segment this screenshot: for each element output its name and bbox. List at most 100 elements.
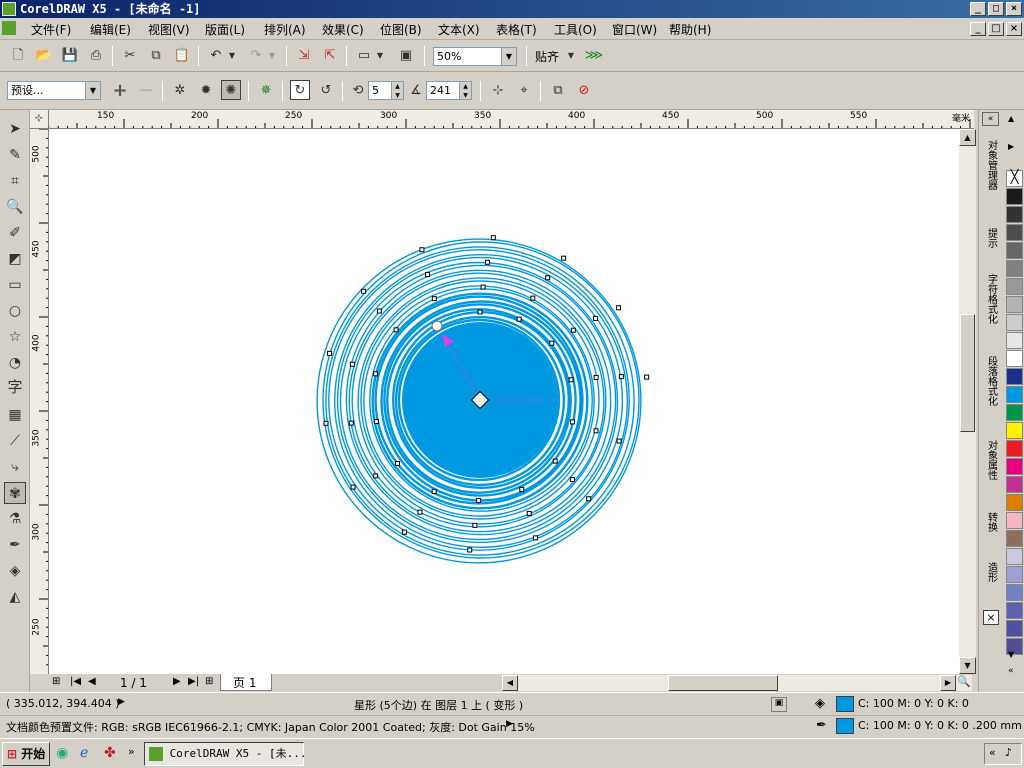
zoom-level-select[interactable]: 50% ▼ [433, 47, 517, 66]
color-swatch[interactable] [1006, 512, 1023, 529]
color-swatch[interactable] [1006, 368, 1023, 385]
status-expand-icon[interactable]: ▶ [118, 697, 125, 707]
no-color-swatch[interactable]: ╳ [1006, 170, 1023, 187]
docker-collapse-icon[interactable]: « [982, 112, 999, 126]
menu-text[interactable]: 文本(X) [438, 21, 480, 38]
menu-help[interactable]: 帮助(H) [669, 21, 711, 38]
palette-scroll-up-icon[interactable]: ▲ [1008, 114, 1014, 123]
docker-tab-hints[interactable]: 提示 [982, 228, 1000, 251]
palette-scroll-down-icon[interactable]: ▼ [1008, 650, 1014, 659]
color-swatch[interactable] [1006, 242, 1023, 259]
docker-tab-shaping[interactable]: 造形 [982, 562, 1000, 585]
menu-window[interactable]: 窗口(W) [612, 21, 657, 38]
tray-speaker-icon[interactable]: ♪ [1005, 746, 1012, 759]
launcher-dropdown-icon[interactable]: ▼ [374, 46, 386, 66]
vertical-scrollbar[interactable]: ▲ ▼ [959, 129, 976, 674]
color-swatch[interactable] [1006, 584, 1023, 601]
distort-tool-icon[interactable]: ✾ [4, 482, 26, 504]
horizontal-scroll-thumb[interactable] [668, 675, 778, 691]
scroll-down-button[interactable]: ▼ [959, 657, 976, 674]
convert-to-curves-icon[interactable]: ⌖ [514, 81, 534, 101]
color-swatch[interactable] [1006, 494, 1023, 511]
color-swatch[interactable] [1006, 440, 1023, 457]
quicklaunch-overflow-icon[interactable]: » [128, 745, 135, 758]
distorted-star-drawing[interactable] [49, 129, 959, 674]
vertical-scroll-thumb[interactable] [960, 314, 975, 432]
outline-pen-tool-icon[interactable]: ✒ [4, 534, 26, 556]
copy-icon[interactable]: ⧉ [146, 46, 166, 66]
menu-view[interactable]: 视图(V) [148, 21, 190, 38]
undo-dropdown-icon[interactable]: ▼ [226, 46, 238, 66]
quicklaunch-app-icon[interactable]: ✤ [104, 745, 116, 761]
basic-shapes-tool-icon[interactable]: ◔ [4, 352, 26, 374]
distortion-start-handle[interactable] [431, 320, 443, 332]
color-swatch[interactable] [1006, 332, 1023, 349]
open-folder-icon[interactable]: 📂 [34, 46, 54, 66]
close-button[interactable]: × [1006, 2, 1022, 16]
color-swatch[interactable] [1006, 566, 1023, 583]
ie-icon[interactable]: ℯ [80, 745, 88, 761]
doc-close-button[interactable]: × [1006, 22, 1022, 36]
horizontal-scrollbar[interactable]: ◀ ▶ 🔍 [502, 675, 972, 691]
menu-bitmaps[interactable]: 位图(B) [380, 21, 422, 38]
color-swatch[interactable] [1006, 314, 1023, 331]
menu-tools[interactable]: 工具(O) [554, 21, 597, 38]
zipper-distortion-icon[interactable]: ✹ [196, 81, 216, 101]
view-mode-icon[interactable]: ▣ [771, 697, 787, 712]
page-tab-1[interactable]: 页 1 [220, 674, 272, 691]
vertical-ruler[interactable]: 500 450 400 350 300 250 [30, 129, 49, 674]
eyedropper-tool-icon[interactable]: ⚗ [4, 508, 26, 530]
color-swatch[interactable] [1006, 260, 1023, 277]
navigator-zoom-icon[interactable]: 🔍 [956, 675, 972, 691]
clockwise-rotation-icon[interactable]: ↻ [290, 80, 310, 100]
paste-icon[interactable]: 📋 [172, 46, 192, 66]
smart-fill-tool-icon[interactable]: ◩ [4, 248, 26, 270]
color-swatch[interactable] [1006, 296, 1023, 313]
color-swatch[interactable] [1006, 620, 1023, 637]
connector-tool-icon[interactable]: ⤷ [4, 456, 26, 478]
color-profile-info[interactable]: 文档颜色预置文件: RGB: sRGB IEC61966-2.1; CMYK: … [6, 719, 535, 735]
start-button[interactable]: ⊞ 开始 [2, 742, 50, 766]
ellipse-tool-icon[interactable]: ○ [4, 300, 26, 322]
docker-tab-paragraph-formatting[interactable]: 段落格式化 [982, 356, 1000, 409]
clear-distortion-icon[interactable]: ⊘ [574, 81, 594, 101]
import-icon[interactable]: ⇲ [294, 46, 314, 66]
scroll-up-button[interactable]: ▲ [959, 129, 976, 146]
scroll-right-button[interactable]: ▶ [940, 675, 956, 691]
delete-preset-button[interactable]: − [136, 81, 156, 101]
menu-arrange[interactable]: 排列(A) [264, 21, 306, 38]
menu-effects[interactable]: 效果(C) [322, 21, 364, 38]
additional-degrees-input[interactable]: 241 ▲ ▼ [426, 81, 472, 100]
options-icon[interactable]: ⋙ [584, 46, 604, 66]
menu-file[interactable]: 文件(F) [31, 21, 71, 38]
scroll-left-button[interactable]: ◀ [502, 675, 518, 691]
minimize-button[interactable]: _ [970, 2, 986, 16]
color-swatch[interactable] [1006, 224, 1023, 241]
rectangle-tool-icon[interactable]: ▭ [4, 274, 26, 296]
docker-tab-transformations[interactable]: 转换 [982, 512, 1000, 535]
shape-tool-icon[interactable]: ✎ [4, 144, 26, 166]
first-page-icon[interactable]: |◀ [70, 676, 81, 687]
application-launcher-icon[interactable]: ▭ [354, 46, 374, 66]
palette-expand-icon[interactable]: « [1008, 666, 1014, 676]
color-swatch[interactable] [1006, 458, 1023, 475]
color-swatch[interactable] [1006, 422, 1023, 439]
horizontal-ruler[interactable]: 150 200 250 300 350 400 450 500 550 毫米 [30, 110, 974, 129]
push-pull-distortion-icon[interactable]: ✲ [170, 81, 190, 101]
copy-distortion-icon[interactable]: ⧉ [548, 81, 568, 101]
polygon-tool-icon[interactable]: ☆ [4, 326, 26, 348]
add-page-after-icon[interactable]: ⊞ [205, 676, 213, 687]
center-distortion-icon[interactable]: ⊹ [488, 81, 508, 101]
docker-tab-object-properties[interactable]: 对象属性 [982, 440, 1000, 483]
print-icon[interactable]: ⎙ [86, 46, 106, 66]
menu-layout[interactable]: 版面(L) [205, 21, 245, 38]
undo-icon[interactable]: ↶ [206, 46, 226, 66]
color-swatch[interactable] [1006, 350, 1023, 367]
add-new-distortion-icon[interactable]: ✵ [256, 81, 276, 101]
pick-tool-icon[interactable]: ➤ [4, 118, 26, 140]
color-swatch[interactable] [1006, 206, 1023, 223]
new-document-icon[interactable]: 🗋 [8, 46, 28, 66]
docker-tab-object-manager[interactable]: 对象管理器 [982, 140, 1000, 193]
export-icon[interactable]: ⇱ [320, 46, 340, 66]
add-preset-button[interactable]: + [110, 81, 130, 101]
